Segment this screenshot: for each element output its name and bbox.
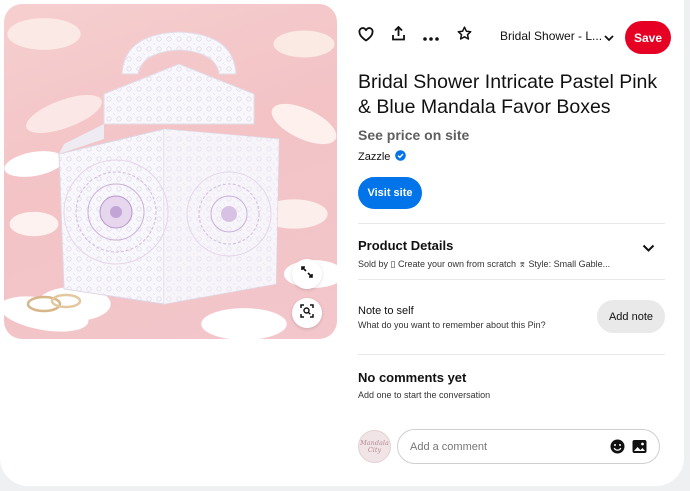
product-details-title[interactable]: Product Details xyxy=(358,238,453,253)
note-title: Note to self xyxy=(358,305,414,317)
note-prompt: What do you want to remember about this … xyxy=(358,320,546,330)
ellipsis-icon xyxy=(423,28,439,46)
add-note-button[interactable]: Add note xyxy=(597,300,665,333)
board-label: Bridal Shower - L... xyxy=(500,29,603,43)
chevron-down-icon[interactable] xyxy=(642,240,655,258)
pin-image[interactable] xyxy=(4,4,337,339)
chevron-down-icon xyxy=(604,31,614,45)
favor-box-illustration xyxy=(4,31,337,332)
visit-site-button[interactable]: Visit site xyxy=(358,177,422,209)
more-options-button[interactable] xyxy=(420,26,442,48)
divider xyxy=(358,223,665,224)
image-upload-icon[interactable] xyxy=(632,439,647,459)
pin-card: Bridal Shower - L... Save Bridal Shower … xyxy=(0,0,684,486)
source-row[interactable]: Zazzle xyxy=(358,150,407,164)
visual-search-icon xyxy=(300,303,314,323)
star-icon xyxy=(457,26,472,46)
heart-button[interactable] xyxy=(355,26,377,48)
visual-search-button[interactable] xyxy=(292,298,322,328)
source-name: Zazzle xyxy=(358,151,391,163)
avatar[interactable]: Mandala City xyxy=(358,430,391,463)
comment-box[interactable] xyxy=(397,429,660,464)
share-icon xyxy=(391,25,406,46)
emoji-icon[interactable] xyxy=(610,439,625,459)
heart-icon xyxy=(358,27,374,47)
comments-title: No comments yet xyxy=(358,370,467,385)
price-text: See price on site xyxy=(358,127,470,143)
comments-subtitle: Add one to start the conversation xyxy=(358,390,491,400)
board-selector[interactable]: Bridal Shower - L... xyxy=(500,29,614,47)
save-button[interactable]: Save xyxy=(625,21,671,54)
expand-button[interactable] xyxy=(292,259,322,289)
verified-check-icon xyxy=(395,150,407,164)
divider xyxy=(358,354,665,355)
product-details-summary: Sold by ▯ Create your own from scratch ⌆… xyxy=(358,259,611,269)
expand-icon xyxy=(300,265,314,284)
share-button[interactable] xyxy=(387,25,409,47)
comment-input[interactable] xyxy=(410,438,600,456)
avatar-text: Mandala City xyxy=(360,438,389,454)
divider xyxy=(358,279,665,280)
favorite-button[interactable] xyxy=(453,25,475,47)
pin-title: Bridal Shower Intricate Pastel Pink & Bl… xyxy=(358,71,658,118)
